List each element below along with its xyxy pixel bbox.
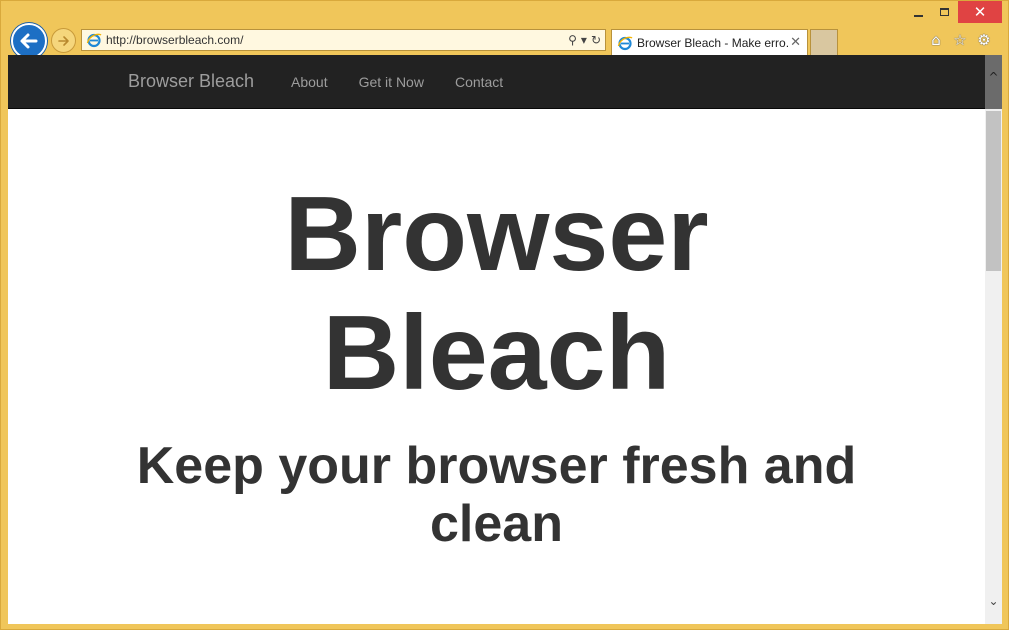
back-arrow-icon	[20, 33, 38, 49]
address-bar: ⚲ ▾ ↻	[81, 29, 606, 51]
hero-title-line2: Bleach	[322, 294, 671, 412]
chevron-down-icon[interactable]: ▾	[581, 33, 587, 47]
forward-arrow-icon	[57, 35, 69, 46]
home-icon[interactable]: ⌂	[927, 31, 945, 49]
minimize-button[interactable]	[907, 1, 929, 23]
refresh-icon[interactable]: ↻	[591, 33, 601, 47]
close-icon: ✕	[973, 3, 987, 21]
back-button[interactable]	[11, 23, 47, 59]
page-viewport: Browser Bleach About Get it Now Contact …	[8, 55, 1002, 624]
scroll-up-icon[interactable]: ^	[985, 69, 1002, 85]
scrollbar-thumb[interactable]	[986, 111, 1001, 271]
tab-close-icon[interactable]: ✕	[790, 35, 801, 50]
nav-links: About Get it Now Contact	[291, 74, 534, 90]
maximize-icon	[939, 8, 949, 16]
nav-link-get-it-now[interactable]: Get it Now	[359, 74, 424, 90]
search-icon[interactable]: ⚲	[568, 33, 577, 47]
hero-subtitle-line2: clean	[430, 495, 563, 553]
ie-logo-icon	[86, 33, 102, 48]
vertical-scrollbar[interactable]: ^ ⌄	[985, 55, 1002, 624]
brand-link[interactable]: Browser Bleach	[128, 71, 254, 92]
minimize-icon	[913, 15, 923, 17]
forward-button[interactable]	[51, 28, 76, 53]
nav-link-about[interactable]: About	[291, 74, 328, 90]
nav-link-contact[interactable]: Contact	[455, 74, 503, 90]
site-navbar: Browser Bleach About Get it Now Contact	[8, 55, 985, 109]
tab-ie-logo-icon	[617, 36, 633, 50]
browser-window: ✕ ⚲ ▾ ↻ Browser Bleach - Make erro... ✕	[0, 0, 1009, 630]
new-tab-button[interactable]	[810, 29, 838, 55]
browser-tab[interactable]: Browser Bleach - Make erro... ✕	[611, 29, 808, 55]
settings-icon[interactable]: ⚙	[975, 31, 993, 49]
scroll-down-icon[interactable]: ⌄	[985, 593, 1002, 609]
hero-subtitle-line1: Keep your browser fresh and	[136, 437, 857, 495]
hero-title-line1: Browser	[284, 175, 709, 293]
hero-title: Browser Bleach	[8, 175, 985, 413]
favorites-icon[interactable]: ☆	[951, 31, 969, 49]
maximize-button[interactable]	[933, 1, 955, 23]
hero-subtitle: Keep your browser fresh and clean	[8, 437, 985, 553]
close-window-button[interactable]: ✕	[958, 1, 1002, 23]
tab-title: Browser Bleach - Make erro...	[637, 35, 789, 50]
address-input[interactable]	[106, 31, 536, 49]
